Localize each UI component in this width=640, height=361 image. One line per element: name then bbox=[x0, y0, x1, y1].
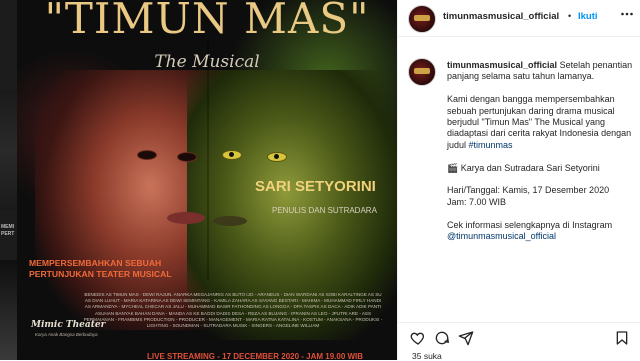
like-heart-icon[interactable] bbox=[410, 330, 426, 346]
poster-lips-right bbox=[213, 216, 247, 226]
bookmark-icon[interactable] bbox=[614, 330, 630, 346]
hashtag-link[interactable]: #timunmas bbox=[469, 140, 513, 150]
post-image[interactable]: "TIMUN MAS" The Musical SARI SETYORINI P… bbox=[17, 0, 397, 360]
caption-time-line: Jam: 7.00 WIB bbox=[447, 196, 507, 207]
follow-button[interactable]: Ikuti bbox=[578, 11, 598, 22]
edge-text-2: PERT bbox=[1, 231, 15, 237]
poster-eye-left bbox=[137, 150, 157, 160]
header-username[interactable]: timunmasmusical_official bbox=[443, 11, 559, 22]
post-caption: timunmasmusical_official Setelah penanti… bbox=[447, 60, 635, 254]
poster-eye-yellow-2 bbox=[267, 152, 287, 162]
poster-present-line-2: PERTUNJUKAN TEATER MUSICAL bbox=[29, 269, 172, 279]
edge-text-1: MEMI bbox=[1, 224, 15, 230]
poster-live-streaming: LIVE STREAMING - 17 DECEMBER 2020 - JAM … bbox=[147, 352, 364, 360]
caption-avatar[interactable] bbox=[408, 58, 436, 86]
post-header: timunmasmusical_official • Ikuti bbox=[398, 0, 640, 37]
comment-icon[interactable] bbox=[434, 330, 450, 346]
poster-director-name: SARI SETYORINI bbox=[255, 178, 376, 195]
previous-post-edge: MEMI PERT bbox=[0, 0, 17, 360]
caption-director-line: 🎬 Karya dan Sutradara Sari Setyorini bbox=[447, 162, 600, 173]
poster-present-text: MEMPERSEMBAHKAN SEBUAH PERTUNJUKAN TEATE… bbox=[29, 258, 249, 280]
avatar[interactable] bbox=[408, 5, 436, 33]
share-icon[interactable] bbox=[458, 330, 474, 346]
header-separator: • bbox=[568, 11, 572, 21]
poster-title: "TIMUN MAS" bbox=[44, 0, 370, 43]
caption-username[interactable]: timunmasmusical_official bbox=[447, 60, 557, 70]
poster-credits: BENEDIS AS TIMUN MAS - DEWI RAJUN. ANARK… bbox=[83, 292, 383, 329]
post-actions-bar: 35 suka bbox=[398, 322, 640, 361]
more-horizontal-icon[interactable] bbox=[620, 7, 634, 24]
post-details-panel: timunmasmusical_official • Ikuti timunma… bbox=[397, 0, 640, 361]
caption-info-line: Cek informasi selengkapnya di Instagram bbox=[447, 219, 613, 230]
previous-post-strip-bottom bbox=[0, 260, 17, 360]
poster-lips-left bbox=[167, 212, 205, 224]
poster-mimic-subtitle: Karya Anak Bangsa Berbudaya bbox=[35, 332, 98, 337]
poster-mimic-logo: Mimic Theater bbox=[31, 320, 106, 330]
poster-present-line-1: MEMPERSEMBAHKAN SEBUAH bbox=[29, 258, 162, 268]
poster-eye-yellow-1 bbox=[222, 150, 242, 160]
poster-director-role: PENULIS DAN SUTRADARA bbox=[272, 206, 377, 215]
mention-link[interactable]: @timunmasmusical_official bbox=[447, 231, 556, 241]
previous-post-strip bbox=[0, 90, 17, 210]
poster-eye-left-2 bbox=[177, 152, 197, 162]
poster-split-line bbox=[207, 40, 209, 280]
caption-date-line: Hari/Tanggal: Kamis, 17 Desember 2020 bbox=[447, 185, 610, 196]
poster-subtitle: The Musical bbox=[154, 52, 260, 72]
